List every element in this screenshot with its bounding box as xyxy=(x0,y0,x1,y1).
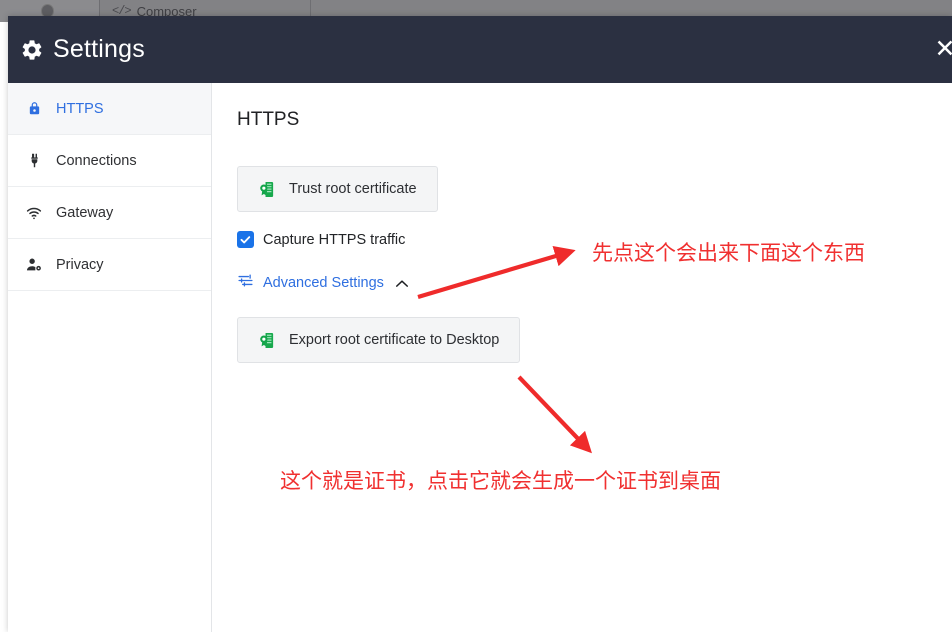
tune-icon xyxy=(237,272,254,294)
close-icon[interactable]: ✕ xyxy=(932,36,952,62)
advanced-settings-toggle[interactable]: Advanced Settings xyxy=(237,272,409,294)
settings-content-panel: HTTPS Trust root certificate Capture HTT… xyxy=(212,83,952,632)
sidebar-item-label: Gateway xyxy=(56,204,114,221)
sidebar-item-connections[interactable]: Connections xyxy=(8,135,211,187)
export-root-certificate-label: Export root certificate to Desktop xyxy=(289,332,500,348)
settings-dialog: Settings ✕ HTTPS Connections Gateway Pri… xyxy=(8,16,952,632)
sidebar-item-label: Connections xyxy=(56,152,137,169)
capture-https-traffic-checkbox[interactable]: Capture HTTPS traffic xyxy=(237,231,952,248)
gear-icon xyxy=(20,38,44,62)
capture-https-traffic-label: Capture HTTPS traffic xyxy=(263,231,406,248)
export-button-wrapper: Export root certificate to Desktop xyxy=(237,317,952,363)
section-title: HTTPS xyxy=(237,109,300,130)
wifi-icon xyxy=(25,204,43,222)
sidebar-item-https[interactable]: HTTPS xyxy=(8,83,211,135)
trust-root-certificate-button[interactable]: Trust root certificate xyxy=(237,166,438,212)
screen-root: </> Composer Settings ✕ HTTPS Connection… xyxy=(0,0,952,632)
sidebar-item-label: HTTPS xyxy=(56,100,104,117)
settings-dialog-body: HTTPS Connections Gateway Privacy HTTPS … xyxy=(8,83,952,632)
settings-dialog-header: Settings ✕ xyxy=(8,16,952,83)
sidebar-item-privacy[interactable]: Privacy xyxy=(8,239,211,291)
sidebar-item-label: Privacy xyxy=(56,256,104,273)
plug-icon xyxy=(25,152,43,170)
export-root-certificate-button[interactable]: Export root certificate to Desktop xyxy=(237,317,521,363)
certificate-icon xyxy=(258,180,277,199)
settings-sidebar: HTTPS Connections Gateway Privacy xyxy=(8,83,212,632)
page-title: Settings xyxy=(53,35,145,63)
checkbox-checked-icon xyxy=(237,231,254,248)
trust-root-certificate-label: Trust root certificate xyxy=(289,181,417,197)
certificate-icon xyxy=(258,331,277,350)
sidebar-item-gateway[interactable]: Gateway xyxy=(8,187,211,239)
lock-icon xyxy=(25,100,43,118)
chevron-up-icon xyxy=(395,277,409,290)
person-gear-icon xyxy=(25,256,43,274)
advanced-settings-label: Advanced Settings xyxy=(263,275,384,291)
